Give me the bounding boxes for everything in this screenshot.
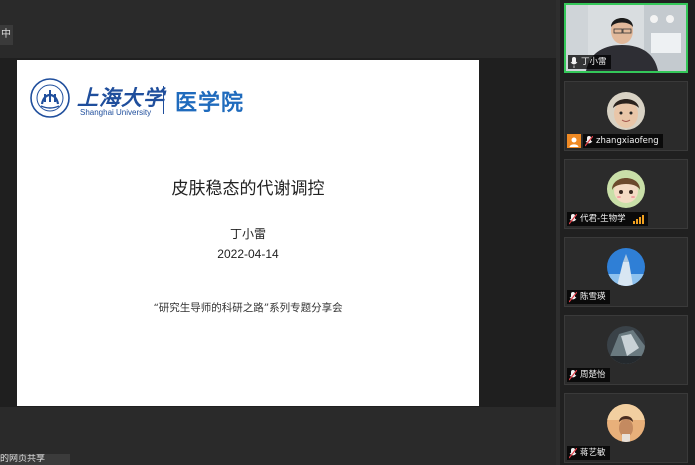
participant-label: 丁小雷 (568, 55, 611, 69)
participant-avatar (607, 92, 645, 130)
participant-tile-chenxueying[interactable]: 陈雪瑛 (564, 237, 688, 307)
participant-tile-daijun[interactable]: 代君-生物学 (564, 159, 688, 229)
participant-tile-ding-xiaolei[interactable]: 丁小雷 (564, 3, 688, 73)
share-caption: 的网页共享 (0, 454, 70, 465)
participant-label: 蒋艺敏 (567, 446, 610, 460)
microphone-muted-icon (569, 369, 577, 380)
participant-avatar (607, 404, 645, 442)
participant-name: 陈雪瑛 (580, 292, 606, 302)
logo-divider (163, 86, 164, 114)
participant-label: 周楚怡 (567, 368, 610, 382)
signal-strength-icon (632, 214, 644, 224)
presentation-slide: 上海大学 Shanghai University 医学院 皮肤稳态的代谢调控 丁… (17, 60, 479, 406)
participant-name: 代君-生物学 (580, 214, 626, 224)
slide-author: 丁小雷 (229, 227, 266, 241)
participant-name: 蒋艺敏 (580, 448, 606, 458)
participant-label: 代君-生物学 (567, 212, 648, 226)
slide-subtitle: “研究生导师的科研之路”系列专题分享会 (153, 302, 343, 314)
participant-tile-jiangyimin[interactable]: 蒋艺敏 (564, 393, 688, 463)
participant-name: zhangxiaofeng (596, 136, 659, 146)
microphone-muted-icon (585, 135, 593, 146)
microphone-muted-icon (569, 447, 577, 458)
participant-tile-zhouchuyi[interactable]: 周楚怡 (564, 315, 688, 385)
participant-tile-zhangxiaofeng[interactable]: zhangxiaofeng (564, 81, 688, 151)
participant-avatar (607, 170, 645, 208)
shared-screen-area: 中 上海大学 Shanghai University 医学院 皮肤稳态的代谢调控… (0, 0, 556, 465)
slide-title: 皮肤稳态的代谢调控 (171, 179, 325, 199)
microphone-muted-icon (569, 213, 577, 224)
university-seal-icon (30, 78, 70, 118)
department-name: 医学院 (175, 91, 245, 116)
microphone-muted-icon (569, 291, 577, 302)
shared-screen-top-bar (0, 0, 556, 58)
participant-name: 周楚怡 (580, 370, 606, 380)
shared-screen-bottom-bar (0, 407, 556, 465)
microphone-icon (570, 56, 578, 68)
participant-gallery: 丁小雷 zhangxiaofeng 代君-生物学 陈雪瑛 周楚怡 蒋艺敏 (560, 0, 695, 465)
slide-date: 2022-04-14 (217, 247, 279, 261)
participant-avatar (607, 248, 645, 286)
participant-name: 丁小雷 (581, 57, 607, 67)
participant-label: zhangxiaofeng (583, 134, 663, 148)
participant-label: 陈雪瑛 (567, 290, 610, 304)
sharer-tab[interactable]: 中 (0, 25, 13, 45)
participant-avatar (607, 326, 645, 364)
host-badge-icon (567, 134, 581, 148)
university-name-en: Shanghai University (80, 108, 152, 117)
